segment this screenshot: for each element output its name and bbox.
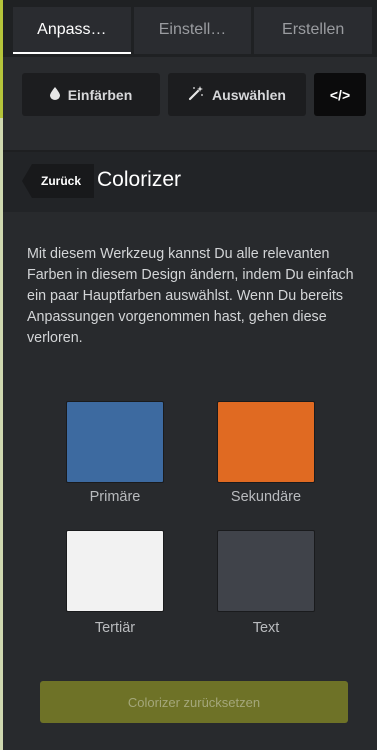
secondary-color-swatch[interactable]: [217, 401, 315, 483]
tab-settings[interactable]: Einstell…: [133, 7, 252, 54]
section-header: Zurück Colorizer: [3, 152, 377, 212]
select-label: Auswählen: [212, 86, 286, 103]
tab-customize[interactable]: Anpass…: [13, 7, 131, 54]
customizer-panel: Anpass… Einstell… Erstellen Einfärben Au…: [3, 0, 377, 750]
secondary-color-label: Sekundäre: [230, 489, 302, 505]
reset-colorizer-button[interactable]: Colorizer zurücksetzen: [40, 681, 348, 723]
colorize-button[interactable]: Einfärben: [22, 73, 160, 116]
description-text: Mit diesem Werkzeug kannst Du alle relev…: [27, 246, 354, 346]
tab-create[interactable]: Erstellen: [254, 7, 373, 54]
drop-icon: [49, 86, 60, 103]
tertiary-color-label: Tertiär: [94, 620, 136, 636]
magic-wand-icon: [188, 85, 204, 104]
page-title: Colorizer: [97, 168, 182, 191]
text-color-label: Text: [252, 620, 280, 636]
text-color-swatch[interactable]: [217, 530, 315, 612]
colorize-label: Einfärben: [67, 86, 133, 103]
tool-bar: Einfärben Auswählen </>: [3, 57, 377, 150]
primary-color-label: Primäre: [89, 489, 141, 505]
code-button[interactable]: </>: [314, 73, 366, 116]
select-button[interactable]: Auswählen: [168, 73, 306, 116]
tertiary-color-swatch[interactable]: [66, 530, 164, 612]
primary-color-swatch[interactable]: [66, 401, 164, 483]
back-button[interactable]: Zurück: [22, 164, 94, 198]
code-icon: </>: [329, 86, 351, 103]
tab-bar: Anpass… Einstell… Erstellen: [3, 0, 377, 57]
